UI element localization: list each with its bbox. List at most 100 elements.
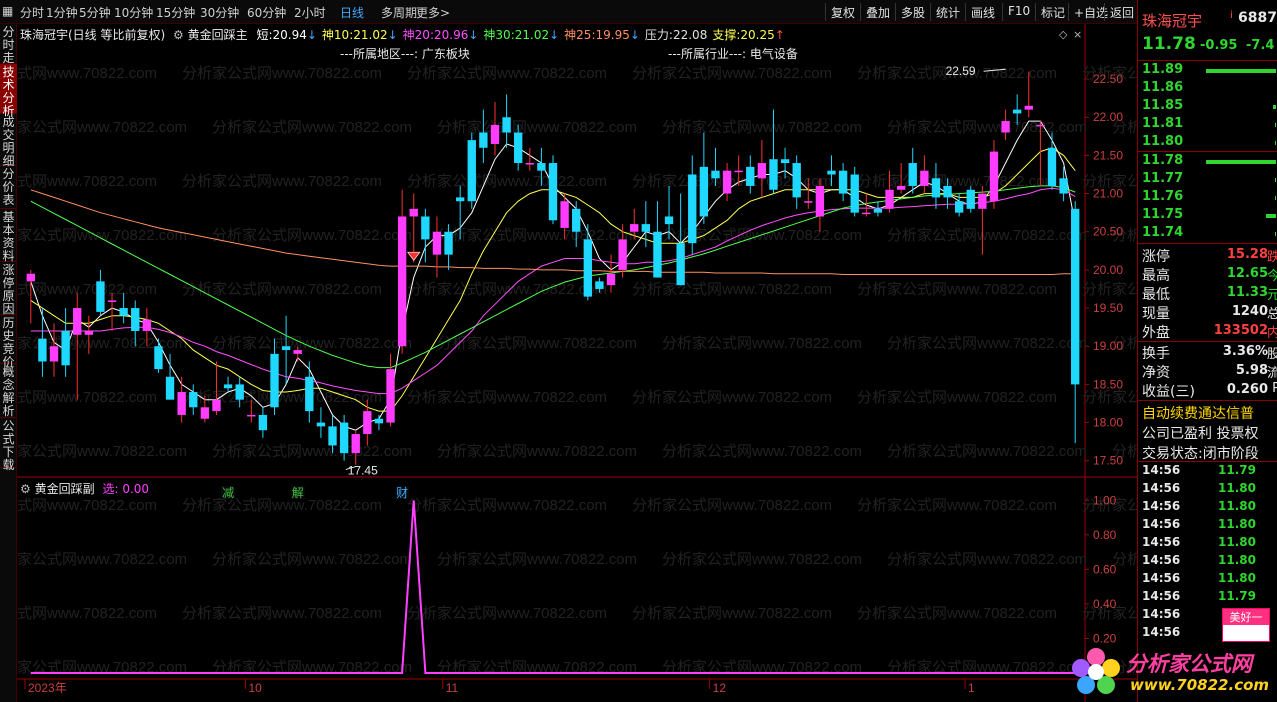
left-tab[interactable]: 历史竞价 [0, 315, 17, 369]
toolbar-button[interactable]: 多股 [895, 3, 930, 21]
candle-body [200, 407, 210, 419]
candle-body [989, 151, 999, 202]
tick-time: 14:56 [1142, 571, 1181, 585]
candle-body [815, 185, 825, 217]
book-row: 11.86 [1138, 80, 1274, 98]
period-tab[interactable]: 10分钟 [114, 4, 153, 21]
candle-body [502, 117, 511, 133]
stat-value: 11.33 [1226, 285, 1268, 300]
candle-body [699, 166, 709, 217]
settings-gear-icon[interactable]: ⚙ [173, 28, 184, 42]
period-tab[interactable]: 30分钟 [200, 4, 239, 21]
period-tab[interactable]: 5分钟 [79, 4, 111, 21]
candle-body [177, 392, 186, 415]
stat-row: 最高 12.65 今 [1142, 265, 1277, 284]
left-tab[interactable]: 基本资料 [0, 209, 17, 263]
logo-url: www.70822.com [1130, 676, 1270, 694]
calendar-icon[interactable]: ▦ [2, 4, 13, 18]
watermark-text: 分析家公式网www.70822.com [407, 389, 607, 406]
watermark-text: 分析家公式网www.70822.com [887, 119, 1087, 136]
left-tab[interactable]: 技术分析 [0, 64, 17, 118]
quote-change-pct: -7.4 [1246, 38, 1275, 53]
candle-body [548, 163, 558, 221]
sub-signal-value: 0.00 [122, 482, 150, 496]
tick-row: 14:56 11.79 [1142, 589, 1274, 607]
candle-body [84, 330, 94, 335]
watermark-text: 分析家公式网www.70822.com [437, 335, 637, 352]
stat-row: 最低 11.33 元 [1142, 284, 1277, 303]
renewal-notice[interactable]: 自动续费通达信普 [1142, 403, 1254, 423]
left-tab[interactable]: 公式下载 [0, 418, 17, 472]
candle-body [954, 201, 964, 213]
book-price: 11.75 [1142, 207, 1184, 222]
toolbar-button[interactable]: 叠加 [860, 3, 895, 21]
left-tab[interactable]: 概念解析 [0, 364, 17, 418]
sub-tick-label: 0.60 [1093, 562, 1117, 576]
candle-body [119, 308, 128, 316]
toolbar-button[interactable]: 标记 [1035, 3, 1070, 21]
watermark-text: 分析家公式网www.70822.com [857, 281, 1057, 298]
watermark-text: 分析家公式网www.70822.com [632, 605, 832, 622]
sub-indicator-name[interactable]: 黄金回踩副 [35, 482, 95, 496]
quote-stock-name: 珠海冠宇 [1142, 12, 1203, 30]
toolbar-button[interactable]: 复权 [825, 3, 860, 21]
stat-row: 外盘 133502 内 [1142, 322, 1277, 341]
volume-bar [1274, 196, 1276, 200]
industry-label: ---所属行业---: 电气设备 [668, 47, 798, 61]
period-tab[interactable]: 日线 [340, 4, 364, 21]
candle-body [305, 376, 314, 412]
price-tick-label: 20.00 [1093, 263, 1123, 277]
candle-body [1047, 147, 1057, 186]
event-marker[interactable]: 财 [396, 486, 408, 500]
toolbar-button[interactable]: 画线 [965, 3, 1000, 21]
watermark-text: 分析家公式网www.70822.com [212, 335, 412, 352]
period-tab[interactable]: 15分钟 [156, 4, 195, 21]
candle-body [421, 216, 430, 240]
indicator-name[interactable]: 黄金回踩主 [188, 28, 248, 42]
indicator-value: 支撑:20.25↑ [712, 28, 784, 42]
tick-time: 14:56 [1142, 535, 1181, 549]
event-marker[interactable]: 解 [292, 486, 304, 500]
chart-area: 分析家公式网www.70822.com 分析家公式网www.70822.com 分析… [17, 24, 1137, 702]
watermark-text: 分析家公式网www.70822.com [1082, 281, 1137, 298]
indicator-value-number: 21.02 [514, 28, 550, 42]
candle-body [827, 170, 836, 175]
candle-body [61, 330, 70, 366]
period-tab[interactable]: 更多> [416, 4, 450, 21]
candle-body [873, 208, 883, 213]
close-icon[interactable]: × [1073, 28, 1082, 41]
left-tab[interactable]: 涨停原因 [0, 262, 17, 316]
tick-time: 14:56 [1142, 517, 1181, 531]
book-row: 11.77 [1138, 171, 1276, 189]
period-tab[interactable]: 多周期 [381, 4, 417, 21]
settings-gear-icon[interactable]: ⚙ [20, 482, 31, 496]
period-tab[interactable]: 60分钟 [247, 4, 286, 21]
candle-body [757, 163, 767, 179]
period-tab[interactable]: 分时 [20, 4, 44, 21]
watermark-text: 分析家公式网www.70822.com [17, 443, 187, 460]
candle-body [328, 426, 337, 446]
toolbar-button[interactable]: F10 [1002, 3, 1035, 21]
stat-unit: 股 [1266, 347, 1277, 362]
candle-body [1036, 124, 1045, 127]
period-tab[interactable]: 2小时 [294, 4, 326, 21]
period-tab[interactable]: 1分钟 [46, 4, 78, 21]
toolbar-button[interactable]: 返回 [1104, 3, 1139, 21]
left-tab[interactable]: 成交明细 [0, 114, 17, 168]
candle-body [653, 231, 662, 278]
tick-row: 14:56 11.79 [1142, 463, 1274, 481]
candle-body [676, 243, 685, 286]
event-marker[interactable]: 减 [222, 486, 234, 500]
promo-badge[interactable]: 美好一 [1222, 608, 1270, 642]
left-tab[interactable]: 分时走势 [0, 24, 17, 78]
watermark-text: 分析家公式网www.70822.com [17, 65, 157, 82]
sub-chart-header: ⚙ 黄金回踩副 选: 0.00 [20, 480, 149, 497]
candle-body [38, 338, 47, 362]
stock-title: 珠海冠宇(日线 等比前复权) [20, 28, 166, 42]
left-tab[interactable]: 分价表 [0, 166, 17, 209]
collapse-icon[interactable]: ◇ [1059, 28, 1068, 41]
flower-logo-icon [1072, 648, 1120, 694]
watermark-text: 分析家公式网www.70822.com [887, 551, 1087, 568]
tick-price: 11.79 [1218, 589, 1256, 603]
toolbar-button[interactable]: 统计 [930, 3, 965, 21]
